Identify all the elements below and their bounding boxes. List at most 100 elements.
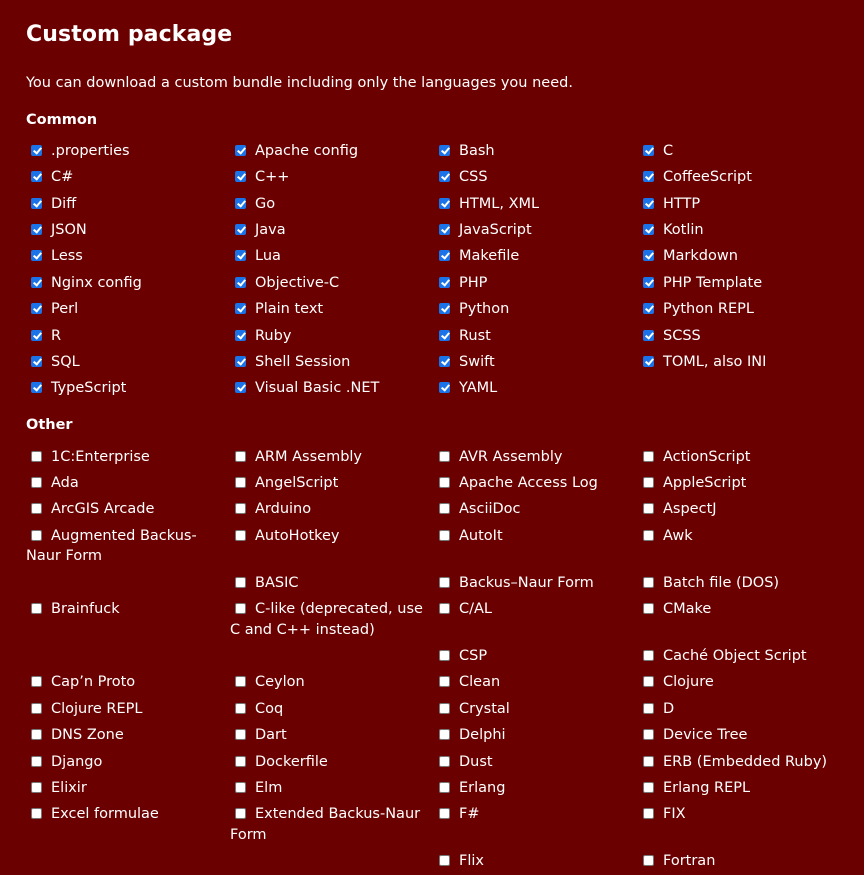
language-option-javascript[interactable]: JavaScript	[434, 217, 638, 243]
language-option-json[interactable]: JSON	[26, 217, 230, 243]
language-checkbox[interactable]	[235, 329, 246, 341]
language-checkbox[interactable]	[235, 477, 246, 489]
language-checkbox[interactable]	[439, 781, 450, 793]
language-option-extended-backus-naur-form[interactable]: Extended Backus-Naur Form	[230, 801, 434, 848]
language-option-bash[interactable]: Bash	[434, 138, 638, 164]
language-option-perl[interactable]: Perl	[26, 296, 230, 322]
language-option-angelscript[interactable]: AngelScript	[230, 470, 434, 496]
language-checkbox[interactable]	[439, 144, 450, 156]
language-checkbox[interactable]	[235, 224, 246, 236]
language-checkbox[interactable]	[439, 329, 450, 341]
language-option-rust[interactable]: Rust	[434, 323, 638, 349]
language-checkbox[interactable]	[235, 450, 246, 462]
language-option-less[interactable]: Less	[26, 244, 230, 270]
language-option-makefile[interactable]: Makefile	[434, 244, 638, 270]
language-checkbox[interactable]	[643, 144, 654, 156]
language-option-cmake[interactable]: CMake	[638, 596, 842, 622]
language-option-batch-file-dos[interactable]: Batch file (DOS)	[638, 570, 842, 596]
language-checkbox[interactable]	[439, 382, 450, 394]
language-checkbox[interactable]	[235, 197, 246, 209]
language-checkbox[interactable]	[643, 276, 654, 288]
language-option-toml-also-ini[interactable]: TOML, also INI	[638, 349, 842, 375]
language-checkbox[interactable]	[31, 197, 42, 209]
language-checkbox[interactable]	[235, 355, 246, 367]
language-checkbox[interactable]	[439, 224, 450, 236]
language-option-sql[interactable]: SQL	[26, 349, 230, 375]
language-checkbox[interactable]	[439, 276, 450, 288]
language-option-http[interactable]: HTTP	[638, 191, 842, 217]
language-option-ruby[interactable]: Ruby	[230, 323, 434, 349]
language-option-cap-n-proto[interactable]: Cap’n Proto	[26, 670, 230, 696]
language-option-html-xml[interactable]: HTML, XML	[434, 191, 638, 217]
language-checkbox[interactable]	[235, 755, 246, 767]
language-checkbox[interactable]	[31, 808, 42, 820]
language-option-elm[interactable]: Elm	[230, 775, 434, 801]
language-option-applescript[interactable]: AppleScript	[638, 470, 842, 496]
language-option-arcgis-arcade[interactable]: ArcGIS Arcade	[26, 497, 230, 523]
language-checkbox[interactable]	[235, 144, 246, 156]
language-checkbox[interactable]	[643, 197, 654, 209]
language-checkbox[interactable]	[643, 855, 654, 867]
language-option-yaml[interactable]: YAML	[434, 375, 638, 401]
language-checkbox[interactable]	[439, 355, 450, 367]
language-option-java[interactable]: Java	[230, 217, 434, 243]
language-option-asciidoc[interactable]: AsciiDoc	[434, 497, 638, 523]
language-checkbox[interactable]	[439, 808, 450, 820]
language-checkbox[interactable]	[31, 144, 42, 156]
language-checkbox[interactable]	[235, 676, 246, 688]
language-checkbox[interactable]	[439, 755, 450, 767]
language-option-avr-assembly[interactable]: AVR Assembly	[434, 444, 638, 470]
language-option-dockerfile[interactable]: Dockerfile	[230, 749, 434, 775]
language-option-basic[interactable]: BASIC	[230, 570, 434, 596]
language-checkbox[interactable]	[643, 224, 654, 236]
language-option-f[interactable]: F#	[434, 801, 638, 827]
language-checkbox[interactable]	[439, 197, 450, 209]
language-option-shell-session[interactable]: Shell Session	[230, 349, 434, 375]
language-option-1c-enterprise[interactable]: 1C:Enterprise	[26, 444, 230, 470]
language-checkbox[interactable]	[439, 477, 450, 489]
language-checkbox[interactable]	[235, 529, 246, 541]
language-option-backus-naur-form[interactable]: Backus–Naur Form	[434, 570, 638, 596]
language-option-apache-config[interactable]: Apache config	[230, 138, 434, 164]
language-checkbox[interactable]	[439, 303, 450, 315]
language-checkbox[interactable]	[439, 450, 450, 462]
language-option-crystal[interactable]: Crystal	[434, 696, 638, 722]
language-checkbox[interactable]	[31, 755, 42, 767]
language-checkbox[interactable]	[31, 303, 42, 315]
language-checkbox[interactable]	[643, 250, 654, 262]
language-option-clean[interactable]: Clean	[434, 670, 638, 696]
language-checkbox[interactable]	[643, 477, 654, 489]
language-option-ceylon[interactable]: Ceylon	[230, 670, 434, 696]
language-checkbox[interactable]	[643, 676, 654, 688]
language-checkbox[interactable]	[31, 329, 42, 341]
language-checkbox[interactable]	[235, 250, 246, 262]
language-checkbox[interactable]	[235, 382, 246, 394]
language-checkbox[interactable]	[439, 250, 450, 262]
language-option-d[interactable]: D	[638, 696, 842, 722]
language-option-dns-zone[interactable]: DNS Zone	[26, 722, 230, 748]
language-checkbox[interactable]	[31, 224, 42, 236]
language-checkbox[interactable]	[643, 329, 654, 341]
language-option-brainfuck[interactable]: Brainfuck	[26, 596, 230, 622]
language-checkbox[interactable]	[439, 576, 450, 588]
language-checkbox[interactable]	[439, 676, 450, 688]
language-checkbox[interactable]	[235, 603, 246, 615]
language-checkbox[interactable]	[643, 303, 654, 315]
language-option-typescript[interactable]: TypeScript	[26, 375, 230, 401]
language-option-excel-formulae[interactable]: Excel formulae	[26, 801, 230, 827]
language-option-django[interactable]: Django	[26, 749, 230, 775]
language-option-css[interactable]: CSS	[434, 164, 638, 190]
language-option-c[interactable]: C	[638, 138, 842, 164]
language-checkbox[interactable]	[235, 702, 246, 714]
language-checkbox[interactable]	[439, 171, 450, 183]
language-option-fortran[interactable]: Fortran	[638, 848, 842, 874]
language-option-device-tree[interactable]: Device Tree	[638, 722, 842, 748]
language-checkbox[interactable]	[643, 576, 654, 588]
language-option-erlang-repl[interactable]: Erlang REPL	[638, 775, 842, 801]
language-option-aspectj[interactable]: AspectJ	[638, 497, 842, 523]
language-option-coq[interactable]: Coq	[230, 696, 434, 722]
language-checkbox[interactable]	[643, 781, 654, 793]
language-option-c-like-deprecated-use-c-and-c-instead[interactable]: C-like (deprecated, use C and C++ instea…	[230, 596, 434, 643]
language-checkbox[interactable]	[439, 702, 450, 714]
language-option-python-repl[interactable]: Python REPL	[638, 296, 842, 322]
